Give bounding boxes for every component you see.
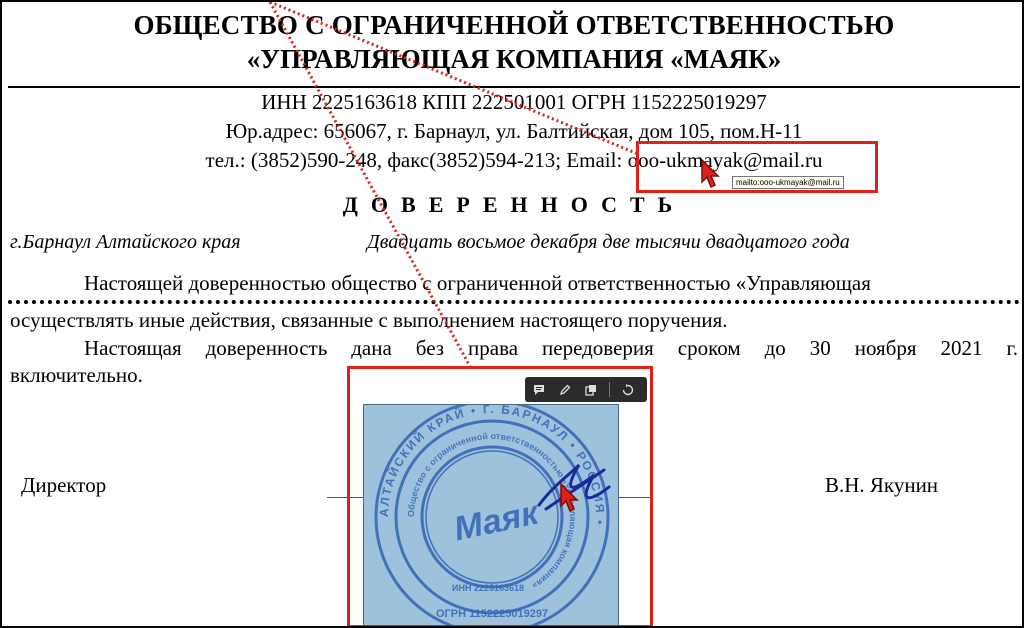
company-title-line2: «УПРАВЛЯЮЩАЯ КОМПАНИЯ «МАЯК» [246,44,782,74]
paragraph-1: Настоящей доверенностью общество с огран… [84,271,871,295]
document-city: г.Барнаул Алтайского края [10,231,241,253]
signer-name: В.Н. Якунин [825,473,939,497]
signer-position: Директор [21,473,107,497]
company-title-line1: ОБЩЕСТВО С ОГРАНИЧЕННОЙ ОТВЕТСТВЕННОСТЬЮ [133,10,895,40]
paragraph-2: осуществлять иные действия, связанные с … [10,308,728,332]
paragraph-3-line2: включительно. [10,363,143,387]
mouse-cursor-icon [560,482,579,513]
paragraph-3-line1: Настоящая доверенность дана без права пе… [84,336,1018,360]
seal-highlight-box [347,366,653,626]
inn-line: ИНН 2225163618 КПП 222501001 ОГРН 115222… [261,90,767,114]
contacts-prefix: тел.: (3852)590-248, факс(3852)594-213; … [205,148,628,172]
email-highlight-box [636,141,878,193]
document-heading: ДОВЕРЕННОСТЬ [342,192,686,217]
header-rule [8,86,1020,88]
document-page: ОБЩЕСТВО С ОГРАНИЧЕННОЙ ОТВЕТСТВЕННОСТЬЮ… [0,0,1024,628]
mouse-cursor-icon [701,158,720,189]
page-cut-line [8,300,1020,304]
document-date: Двадцать восьмое декабря две тысячи двад… [367,231,850,253]
